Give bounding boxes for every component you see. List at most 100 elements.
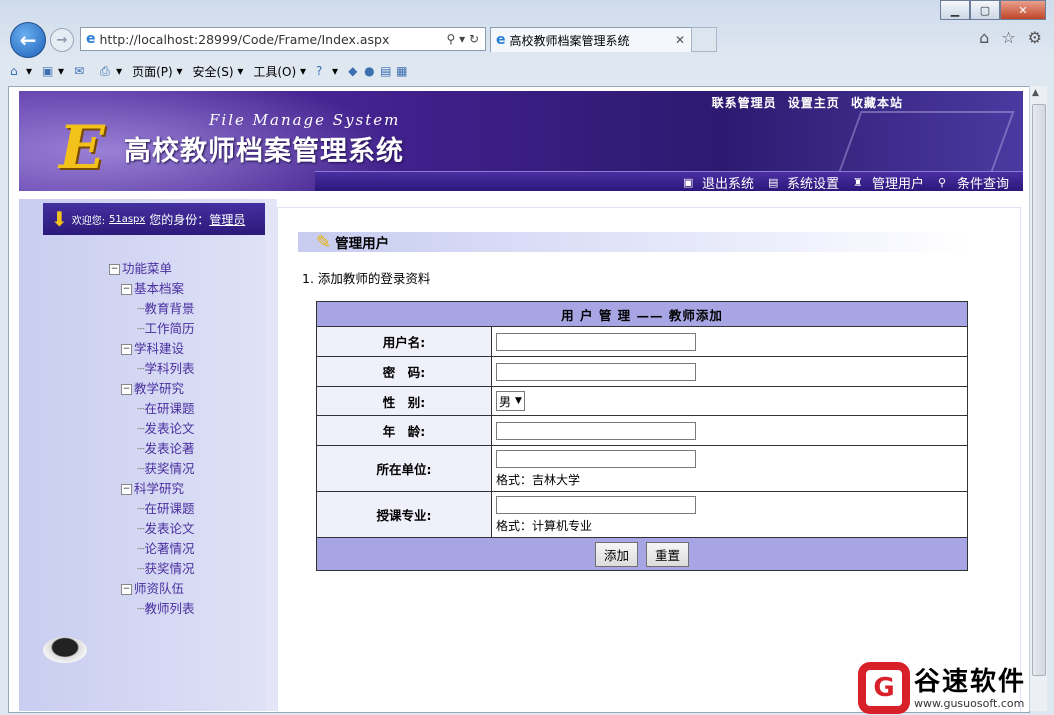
system-title-cn: 高校教师档案管理系统 <box>124 136 404 167</box>
collapse-toggle-icon[interactable]: − <box>109 264 120 275</box>
tree-item[interactable]: − 基本档案 <box>109 279 195 299</box>
print-icon: ⎙ <box>100 64 110 78</box>
scrollbar-thumb[interactable] <box>1032 104 1046 676</box>
tree-item-label: 教育背景 <box>144 301 195 316</box>
watermark-url: www.gusuosoft.com <box>914 696 1025 710</box>
form-footer: 添加 重置 <box>316 537 968 571</box>
new-tab-button[interactable] <box>691 27 717 52</box>
coffee-cup-graphic <box>43 637 87 663</box>
tree-item[interactable]: − 功能菜单 <box>109 259 195 279</box>
scroll-up-icon[interactable]: ▲ <box>1032 88 1039 98</box>
search-refresh-icons[interactable]: ⚲ ▾ ↻ <box>447 32 480 46</box>
help-menu[interactable]: ? ▾ <box>316 64 338 78</box>
tree-item[interactable]: − 学科建设 <box>109 339 195 359</box>
tree-item[interactable]: ┄工作简历 <box>109 319 195 339</box>
nav-query[interactable]: ⚲ 条件查询 <box>938 173 1009 191</box>
username-input[interactable] <box>496 332 696 351</box>
page-menu[interactable]: 页面(P) ▾ <box>132 63 182 80</box>
gender-select[interactable]: 男 ▼ <box>496 391 525 411</box>
tree-item[interactable]: ┄获奖情况 <box>109 559 195 579</box>
collapse-toggle-icon[interactable]: − <box>121 484 132 495</box>
unit-input[interactable] <box>496 450 696 468</box>
tree-line-icon: ┄ <box>137 501 145 516</box>
tree-line-icon: ┄ <box>137 521 145 536</box>
feeds-menu[interactable]: ▣ ▾ <box>42 64 64 78</box>
tree-item[interactable]: ┄在研课题 <box>109 499 195 519</box>
tree-item-label: 获奖情况 <box>144 461 195 476</box>
command-bar: ⌂ ▾ ▣ ▾ ✉ ⎙ ▾ 页面(P) ▾ 安全(S) ▾ 工具(O) ▾ ? ▾ ◆ ●… <box>0 58 1054 84</box>
page-menu-label: 页面(P) <box>132 64 173 79</box>
nav-settings[interactable]: ▤ 系统设置 <box>768 173 839 191</box>
minimize-button[interactable]: ▁ <box>940 0 970 20</box>
nav-manage-users-label: 管理用户 <box>871 176 924 192</box>
collapse-toggle-icon[interactable]: − <box>121 344 132 355</box>
tree-line-icon: ┄ <box>137 421 145 436</box>
laptop-graphic <box>837 111 1015 175</box>
tree-item-label: 获奖情况 <box>144 561 195 576</box>
tree-item[interactable]: ┄发表论文 <box>109 419 195 439</box>
add-button[interactable]: 添加 <box>594 541 638 567</box>
settings-gear-icon[interactable]: ⚙ <box>1028 28 1042 47</box>
tree-item-label: 论著情况 <box>144 541 195 556</box>
tree-item[interactable]: ┄教育背景 <box>109 299 195 319</box>
research-icon: ▤ <box>380 64 392 78</box>
tree-item-label: 教师列表 <box>144 601 195 616</box>
tree-item[interactable]: ┄教师列表 <box>109 599 195 619</box>
tools-menu[interactable]: 工具(O) ▾ <box>253 63 306 80</box>
mail-button[interactable]: ✉ <box>74 64 90 78</box>
main-content: ✎ 管理用户 1. 添加教师的登录资料 用 户 管 理 —— 教师添加 用户名:… <box>277 207 1021 712</box>
collapse-toggle-icon[interactable]: − <box>121 584 132 595</box>
system-title-en: File Manage System <box>209 111 401 129</box>
tree-item[interactable]: ┄发表论文 <box>109 519 195 539</box>
back-button[interactable]: ← <box>10 22 46 58</box>
home-icon[interactable]: ⌂ <box>979 28 989 47</box>
collapse-toggle-icon[interactable]: − <box>121 284 132 295</box>
unit-label: 所在单位: <box>316 445 492 492</box>
browser-tab[interactable]: e 高校教师档案管理系统 ✕ <box>490 27 692 52</box>
tree-item[interactable]: ┄在研课题 <box>109 399 195 419</box>
tree-item[interactable]: ┄学科列表 <box>109 359 195 379</box>
close-window-button[interactable]: ✕ <box>1000 0 1046 20</box>
home-small-icon: ⌂ <box>10 64 18 78</box>
collapse-toggle-icon[interactable]: − <box>121 384 132 395</box>
url-text[interactable]: http://localhost:28999/Code/Frame/Index.… <box>100 32 447 47</box>
bookmark-link[interactable]: 收藏本站 <box>851 96 903 110</box>
contact-admin-link[interactable]: 联系管理员 <box>712 96 777 110</box>
nav-manage-users[interactable]: ♜ 管理用户 <box>853 173 924 192</box>
tree-item-label: 发表论文 <box>144 521 195 536</box>
tree-item[interactable]: − 教学研究 <box>109 379 195 399</box>
role-label: 您的身份： <box>149 212 210 227</box>
password-input[interactable] <box>496 362 696 381</box>
vertical-scrollbar[interactable]: ▲ <box>1029 86 1047 711</box>
tree-item[interactable]: ┄获奖情况 <box>109 459 195 479</box>
tree-item[interactable]: − 师资队伍 <box>109 579 195 599</box>
username-link[interactable]: 51aspx <box>109 214 145 225</box>
set-homepage-link[interactable]: 设置主页 <box>788 96 840 110</box>
tree-item[interactable]: ┄论著情况 <box>109 539 195 559</box>
globe-icon: ● <box>364 64 375 78</box>
chevron-down-icon: ▼ <box>515 396 522 406</box>
logout-icon: ▣ <box>682 176 694 189</box>
watermark-logo: G 谷速软件 www.gusuosoft.com <box>858 662 1026 714</box>
tree-item[interactable]: ┄发表论著 <box>109 439 195 459</box>
forward-button[interactable]: → <box>50 28 74 52</box>
tree-item-label: 功能菜单 <box>122 261 173 276</box>
extra-icons[interactable]: ◆ ● ▤ ▦ <box>348 64 412 78</box>
age-input[interactable] <box>496 421 696 440</box>
watermark-cn: 谷速软件 <box>914 666 1027 697</box>
tree-line-icon: ┄ <box>137 361 145 376</box>
safety-menu-label: 安全(S) <box>192 64 234 79</box>
safety-menu[interactable]: 安全(S) ▾ <box>193 63 244 80</box>
tree-item-label: 学科建设 <box>134 341 185 356</box>
print-menu[interactable]: ⎙ ▾ <box>100 64 122 78</box>
nav-logout[interactable]: ▣ 退出系统 <box>682 173 754 191</box>
home-menu[interactable]: ⌂ ▾ <box>10 64 32 78</box>
maximize-button[interactable]: ▢ <box>970 0 1000 20</box>
address-bar[interactable]: e http://localhost:28999/Code/Frame/Inde… <box>80 27 486 51</box>
role-link[interactable]: 管理员 <box>209 211 245 228</box>
tab-close-icon[interactable]: ✕ <box>675 33 685 47</box>
major-input[interactable] <box>496 496 696 514</box>
favorites-star-icon[interactable]: ☆ <box>1001 28 1015 47</box>
reset-button[interactable]: 重置 <box>645 541 689 567</box>
tree-item[interactable]: − 科学研究 <box>109 479 195 499</box>
